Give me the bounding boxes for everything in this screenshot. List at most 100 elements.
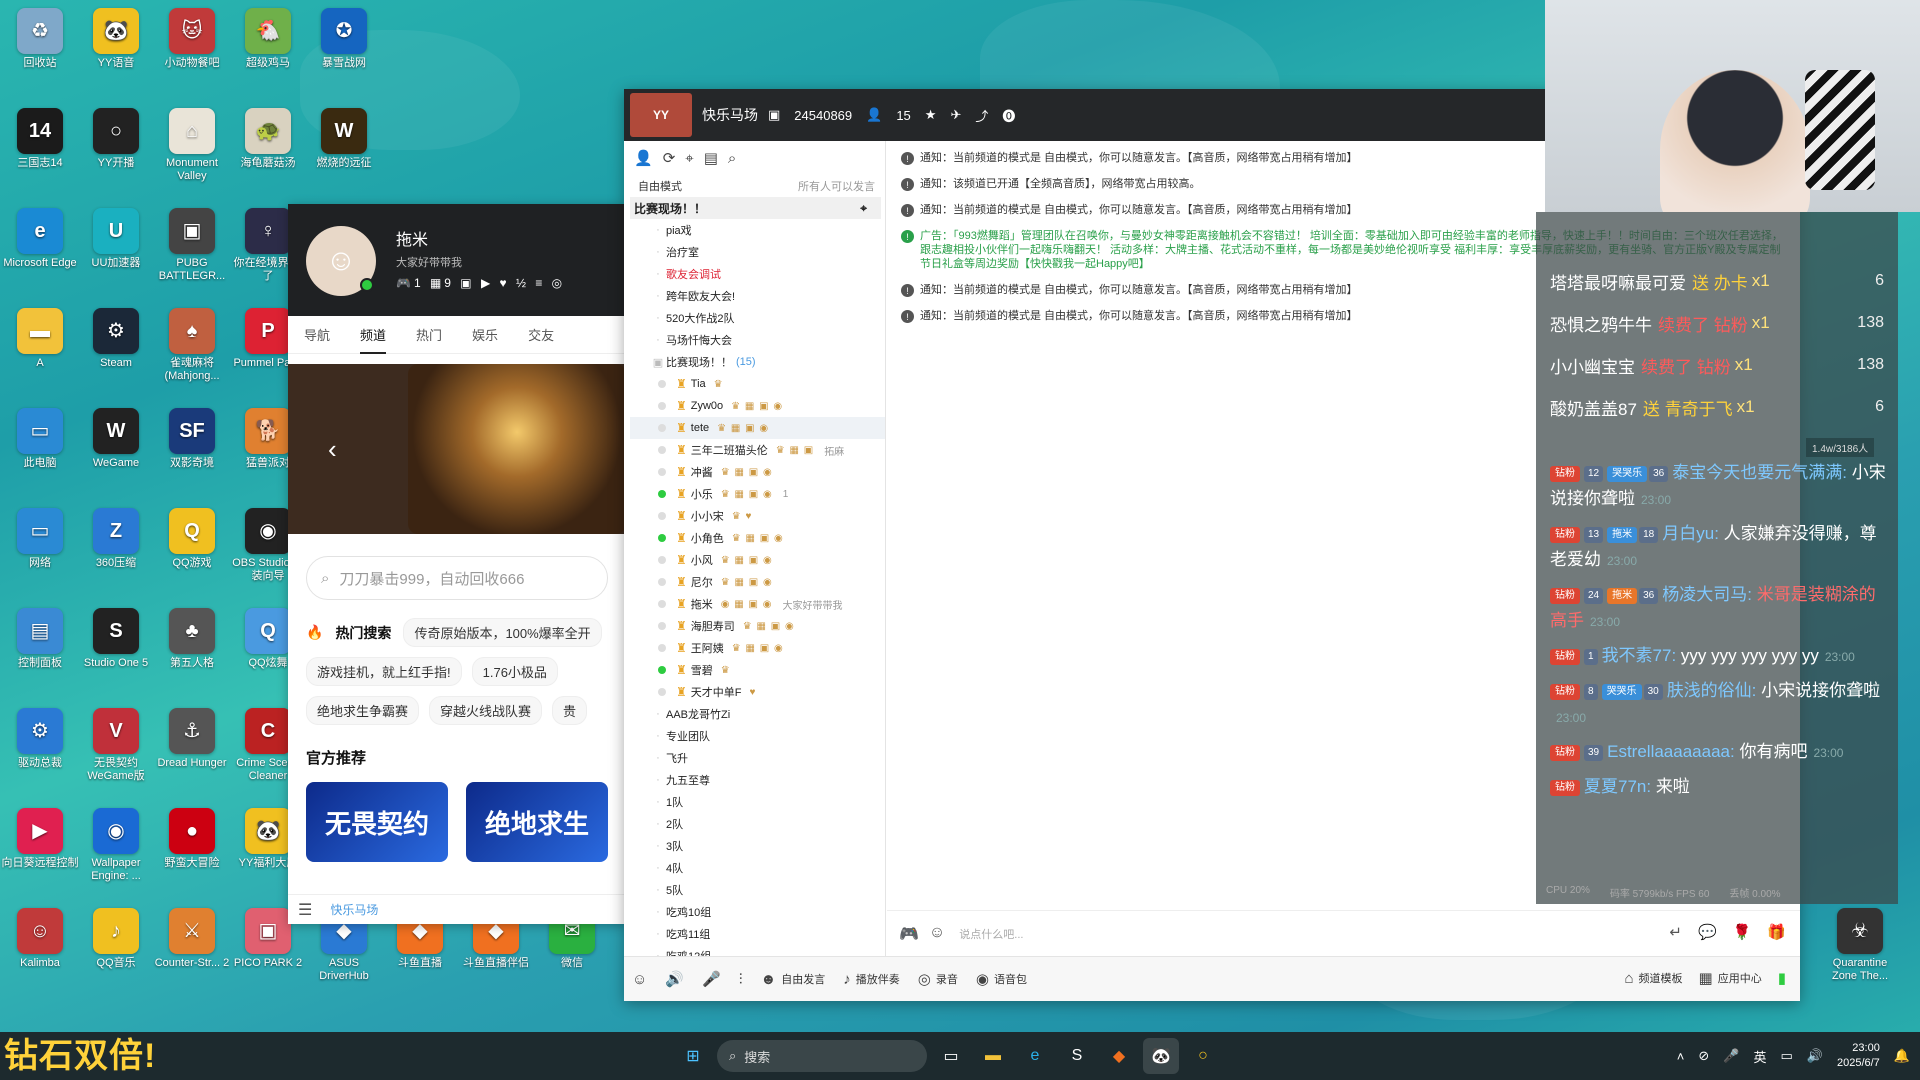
chevron-up-icon[interactable]: ˄ [1677,1049,1685,1064]
ime-indicator[interactable]: 英 [1753,1047,1766,1066]
desktop-icon[interactable]: ● 野蛮大冒险 [152,808,232,870]
share-icon[interactable]: ⤴ [975,106,988,125]
channel-item[interactable]: · 3队 [630,835,885,857]
member-row[interactable]: ♜ 雪碧 ♛ [630,659,885,681]
tab-导航[interactable]: 导航 [304,325,330,344]
studio-icon[interactable]: S [1059,1038,1095,1074]
gift-icon[interactable]: 🎁 [1767,923,1786,941]
desktop-icon[interactable]: ▶ 向日葵远程控制 [0,808,80,870]
desktop-icon[interactable]: Z 360压缩 [76,508,156,570]
desktop-icon[interactable]: 🐼 YY语音 [76,8,156,70]
member-row[interactable]: ♜ 三年二班猫头伦 ♛ ▦ ▣ 拓麻 [630,439,885,461]
desktop-icon[interactable]: ♠ 雀魂麻将 (Mahjong... [152,308,232,383]
volume-icon[interactable]: 🔊 [1807,1048,1823,1064]
tab-热门[interactable]: 热门 [416,325,442,344]
search-input[interactable]: ⌕ 刀刀暴击999，自动回收666 [306,556,608,600]
folder-icon[interactable]: ▬ [975,1038,1011,1074]
gamepad-icon[interactable]: 🎮 [899,924,919,944]
task-view-icon[interactable]: ▭ [933,1038,969,1074]
emoji-search-icon[interactable]: ☺ [929,924,945,944]
network-off-icon[interactable]: ⊘ [1698,1048,1709,1064]
star-icon[interactable]: ★ [925,107,937,123]
desktop-icon[interactable]: 🐢 海龟蘑菇汤 [228,108,308,170]
channel-item[interactable]: · 跨年欧友大会! [630,285,885,307]
voice-pack-button[interactable]: ◉ 语音包 [976,970,1027,988]
footer-channel-link[interactable]: 快乐马场 [330,901,378,918]
desktop-icon[interactable]: ◉ Wallpaper Engine: ... [76,808,156,883]
recommend-card[interactable]: 绝地求生 [466,782,608,862]
desktop-icon[interactable]: 14 三国志14 [0,108,80,170]
channel-item[interactable]: · pia戏 [630,219,885,241]
taskbar-search[interactable]: ⌕ 搜索 [717,1040,927,1072]
desktop-icon[interactable]: 🐔 超级鸡马 [228,8,308,70]
speaker-button[interactable]: 🔊 [665,970,684,988]
douyu-icon[interactable]: ◆ [1101,1038,1137,1074]
desktop-icon[interactable]: 🐱 小动物餐吧 [152,8,232,70]
search-chip[interactable]: 1.76小极品 [471,657,558,686]
channel-item[interactable]: · 5队 [630,879,885,901]
mic-icon[interactable]: 🎤 [1723,1048,1739,1064]
desktop-icon[interactable]: Q QQ游戏 [152,508,232,570]
channel-item[interactable]: · 吃鸡10组 [630,901,885,923]
mic-button[interactable]: 🎤 [702,970,721,988]
play-music-button[interactable]: ♪ 播放伴奏 [843,971,900,988]
search-chip[interactable]: 贵 [552,696,588,725]
channel-item[interactable]: · 九五至尊 [630,769,885,791]
desktop-icon[interactable]: ▭ 此电脑 [0,408,80,470]
rose-icon[interactable]: 🌹 [1733,923,1752,941]
desktop-icon[interactable]: ♣ 第五人格 [152,608,232,670]
chevron-left-icon[interactable]: ‹ [328,434,337,465]
tab-交友[interactable]: 交友 [528,325,554,344]
banner-carousel[interactable]: ‹ [288,364,626,534]
start-icon[interactable]: ⊞ [675,1038,711,1074]
channel-item[interactable]: · 歌友会调试 [630,263,885,285]
refresh-icon[interactable]: ⟳ [663,149,676,167]
desktop-icon[interactable]: ▣ PUBG BATTLEGR... [152,208,232,283]
desktop-icon[interactable]: V 无畏契约 WeGame版 [76,708,156,783]
member-row[interactable]: ♜ 冲酱 ♛ ▦ ▣ ◉ [630,461,885,483]
desktop-icon[interactable]: W 燃烧的远征 [304,108,384,170]
member-row[interactable]: ♜ 小风 ♛ ▦ ▣ ◉ [630,549,885,571]
clock[interactable]: 23:00 2025/6/7 [1837,1041,1880,1071]
recommend-card[interactable]: 无畏契约 [306,782,448,862]
yy-live-icon[interactable]: ○ [1185,1038,1221,1074]
channel-item[interactable]: · 520大作战2队 [630,307,885,329]
banner-image[interactable] [408,364,626,534]
member-row[interactable]: ♜ 小角色 ♛ ▦ ▣ ◉ [630,527,885,549]
yy-icon[interactable]: 🐼 [1143,1038,1179,1074]
menu-icon[interactable]: ☰ [298,900,312,920]
notification-icon[interactable]: 🔔 [1894,1048,1910,1064]
display-icon[interactable]: ▭ [1781,1048,1793,1064]
list-icon[interactable]: ▤ [704,149,718,167]
location-icon[interactable]: ⌖ [685,150,693,167]
chat-input[interactable]: 说点什么吧... [959,926,1023,942]
member-row[interactable]: ♜ 小小宋 ♛ ♥ [630,505,885,527]
member-row[interactable]: ♜ 王阿姨 ♛ ▦ ▣ ◉ [630,637,885,659]
desktop-icon[interactable]: ▭ 网络 [0,508,80,570]
speak-mode-select[interactable]: 自由模式 [638,178,682,194]
channel-item[interactable]: · 1队 [630,791,885,813]
channel-item[interactable]: · 飞升 [630,747,885,769]
desktop-icon[interactable]: ✪ 暴雪战网 [304,8,384,70]
enter-icon[interactable]: ↵ [1669,923,1682,941]
member-row[interactable]: ♜ 尼尔 ♛ ▦ ▣ ◉ [630,571,885,593]
desktop-icon[interactable]: SF 双影奇境 [152,408,232,470]
member-row[interactable]: ♜ 海胆寿司 ♛ ▦ ▣ ◉ [630,615,885,637]
channel-item[interactable]: · 马场忏悔大会 [630,329,885,351]
desktop-icon[interactable]: ☺ Kalimba [0,908,80,970]
desktop-icon[interactable]: ⚙ Steam [76,308,156,370]
channel-item[interactable]: · AAB龙哥竹Zi [630,703,885,725]
desktop-icon[interactable]: U UU加速器 [76,208,156,270]
chat-bubble-icon[interactable]: 💬 [1698,923,1717,941]
plane-icon[interactable]: ✈ [950,107,961,123]
mixer-button[interactable]: ⫶ [739,971,743,988]
desktop-icon[interactable]: ⚓ Dread Hunger [152,708,232,770]
member-row[interactable]: ♜ 拖米 ◉ ▦ ▣ ◉ 大家好带带我 [630,593,885,615]
channel-item[interactable]: · 吃鸡11组 [630,923,885,945]
app-center-button[interactable]: ▦ 应用中心 [1699,969,1762,987]
desktop-icon[interactable]: ♻ 回收站 [0,8,80,70]
edge-icon[interactable]: e [1017,1038,1053,1074]
desktop-icon[interactable]: S Studio One 5 [76,608,156,670]
channel-item-active[interactable]: ▣ 比赛现场！！ (15) [630,351,885,373]
desktop-icon[interactable]: ⌂ Monument Valley [152,108,232,183]
